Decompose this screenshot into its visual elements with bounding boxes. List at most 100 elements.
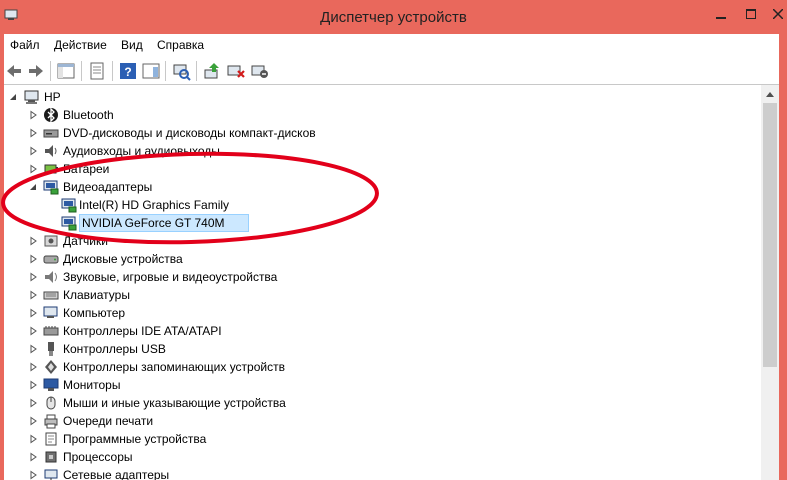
display-adapter-icon [61,198,77,213]
tree-category-row[interactable]: Батареи [4,160,761,178]
display-adapter-icon [43,180,59,195]
tree-category-label: Очереди печати [63,414,154,428]
selected-device-label: NVIDIA GeForce GT 740M [79,214,249,232]
menu-action[interactable]: Действие [54,38,107,52]
collapsed-arrow-icon[interactable] [28,272,38,282]
tree-category-row[interactable]: Датчики [4,232,761,250]
collapsed-arrow-icon[interactable] [28,236,38,246]
tree-category-row[interactable]: DVD-дисководы и дисководы компакт-дисков [4,124,761,142]
update-driver-icon[interactable] [202,61,222,81]
menu-file[interactable]: Файл [10,38,40,52]
collapsed-arrow-icon[interactable] [28,290,38,300]
scan-hardware-changes-icon[interactable] [171,61,191,81]
window-title: Диспетчер устройств [320,9,467,26]
forward-icon[interactable] [26,61,46,81]
close-button[interactable] [768,0,787,28]
maximize-button[interactable] [736,0,766,28]
computer-icon [43,306,58,318]
maximize-icon [746,9,756,19]
device-tree[interactable]: HP Bluetooth DVD-дисководы и дисководы ко… [4,84,761,480]
action-pane-icon[interactable] [141,61,161,81]
collapsed-arrow-icon[interactable] [28,254,38,264]
tree-category-row[interactable]: Дисковые устройства [4,250,761,268]
keyboard-icon [43,291,59,300]
ide-controller-icon [43,326,59,336]
minimize-button[interactable] [706,0,736,28]
network-adapter-icon [44,469,58,480]
tree-category-label: Контроллеры USB [63,342,166,356]
toolbar-separator [112,61,113,81]
tree-category-row[interactable]: Программные устройства [4,430,761,448]
title-bar[interactable]: Диспетчер устройств [0,0,787,34]
dvd-drive-icon [43,129,59,138]
collapsed-arrow-icon[interactable] [28,308,38,318]
tree-root-label: HP [44,90,61,104]
tree-category-row[interactable]: Компьютер [4,304,761,322]
collapsed-arrow-icon[interactable] [28,434,38,444]
tree-category-row[interactable]: Мониторы [4,376,761,394]
tree-category-row[interactable]: Очереди печати [4,412,761,430]
printer-icon [44,414,58,429]
collapsed-arrow-icon[interactable] [28,110,38,120]
tree-category-label: Клавиатуры [63,288,130,302]
tree-category-row[interactable]: Bluetooth [4,106,761,124]
tree-category-row[interactable]: Контроллеры IDE ATA/ATAPI [4,322,761,340]
tree-category-row[interactable]: Сетевые адаптеры [4,466,761,480]
tree-category-label: Мониторы [63,378,121,392]
back-icon[interactable] [4,61,24,81]
collapsed-arrow-icon[interactable] [28,146,38,156]
tree-device-row[interactable]: Intel(R) HD Graphics Family [4,196,761,214]
collapsed-arrow-icon[interactable] [28,344,38,354]
collapsed-arrow-icon[interactable] [28,452,38,462]
software-device-icon [45,432,57,446]
tree-device-row[interactable]: NVIDIA GeForce GT 740M [4,214,761,232]
tree-category-row[interactable]: Контроллеры USB [4,340,761,358]
close-icon [772,8,784,20]
menu-view[interactable]: Вид [121,38,143,52]
disable-device-icon[interactable] [250,61,270,81]
tree-category-row[interactable]: Контроллеры запоминающих устройств [4,358,761,376]
audio-io-icon [45,145,57,157]
expanded-arrow-icon[interactable] [28,182,38,192]
tree-category-row[interactable]: Звуковые, игровые и видеоустройства [4,268,761,286]
tree-category-row[interactable]: Клавиатуры [4,286,761,304]
tree-category-label: Звуковые, игровые и видеоустройства [63,270,278,284]
scrollbar-thumb[interactable] [763,103,777,367]
toolbar-separator [50,61,51,81]
expanded-arrow-icon[interactable] [8,92,18,102]
tree-category-row[interactable]: Видеоадаптеры [4,178,761,196]
sound-icon [45,271,57,283]
menu-help[interactable]: Справка [157,38,204,52]
collapsed-arrow-icon[interactable] [28,380,38,390]
tree-category-row[interactable]: Мыши и иные указывающие устройства [4,394,761,412]
collapsed-arrow-icon[interactable] [28,326,38,336]
collapsed-arrow-icon[interactable] [28,398,38,408]
scroll-up-arrow-icon[interactable] [761,87,779,101]
collapsed-arrow-icon[interactable] [28,470,38,480]
vertical-scrollbar[interactable] [761,84,779,480]
help-icon[interactable]: ? [118,61,138,81]
sensor-icon [44,235,58,247]
show-hide-console-tree-icon[interactable] [56,61,76,81]
window-border [779,34,787,480]
uninstall-device-icon[interactable] [226,61,246,81]
usb-icon [48,342,54,356]
tree-category-label: Видеоадаптеры [63,180,153,194]
tree-category-label: Контроллеры IDE ATA/ATAPI [63,324,222,338]
tree-device-label: Intel(R) HD Graphics Family [79,198,230,212]
collapsed-arrow-icon[interactable] [28,128,38,138]
collapsed-arrow-icon[interactable] [28,416,38,426]
tree-category-row[interactable]: Аудиовходы и аудиовыходы [4,142,761,160]
tree-category-label: Процессоры [63,450,133,464]
collapsed-arrow-icon[interactable] [28,362,38,372]
tree-category-label: Контроллеры запоминающих устройств [63,360,285,374]
properties-icon[interactable] [87,61,107,81]
tree-category-label: Сетевые адаптеры [63,468,170,480]
collapsed-arrow-icon[interactable] [28,164,38,174]
tree-category-label: Батареи [63,162,110,176]
tree-root-row[interactable]: HP [4,88,761,106]
storage-controller-icon [45,360,57,374]
tree-category-row[interactable]: Процессоры [4,448,761,466]
processor-icon [45,451,57,463]
toolbar-separator [165,61,166,81]
